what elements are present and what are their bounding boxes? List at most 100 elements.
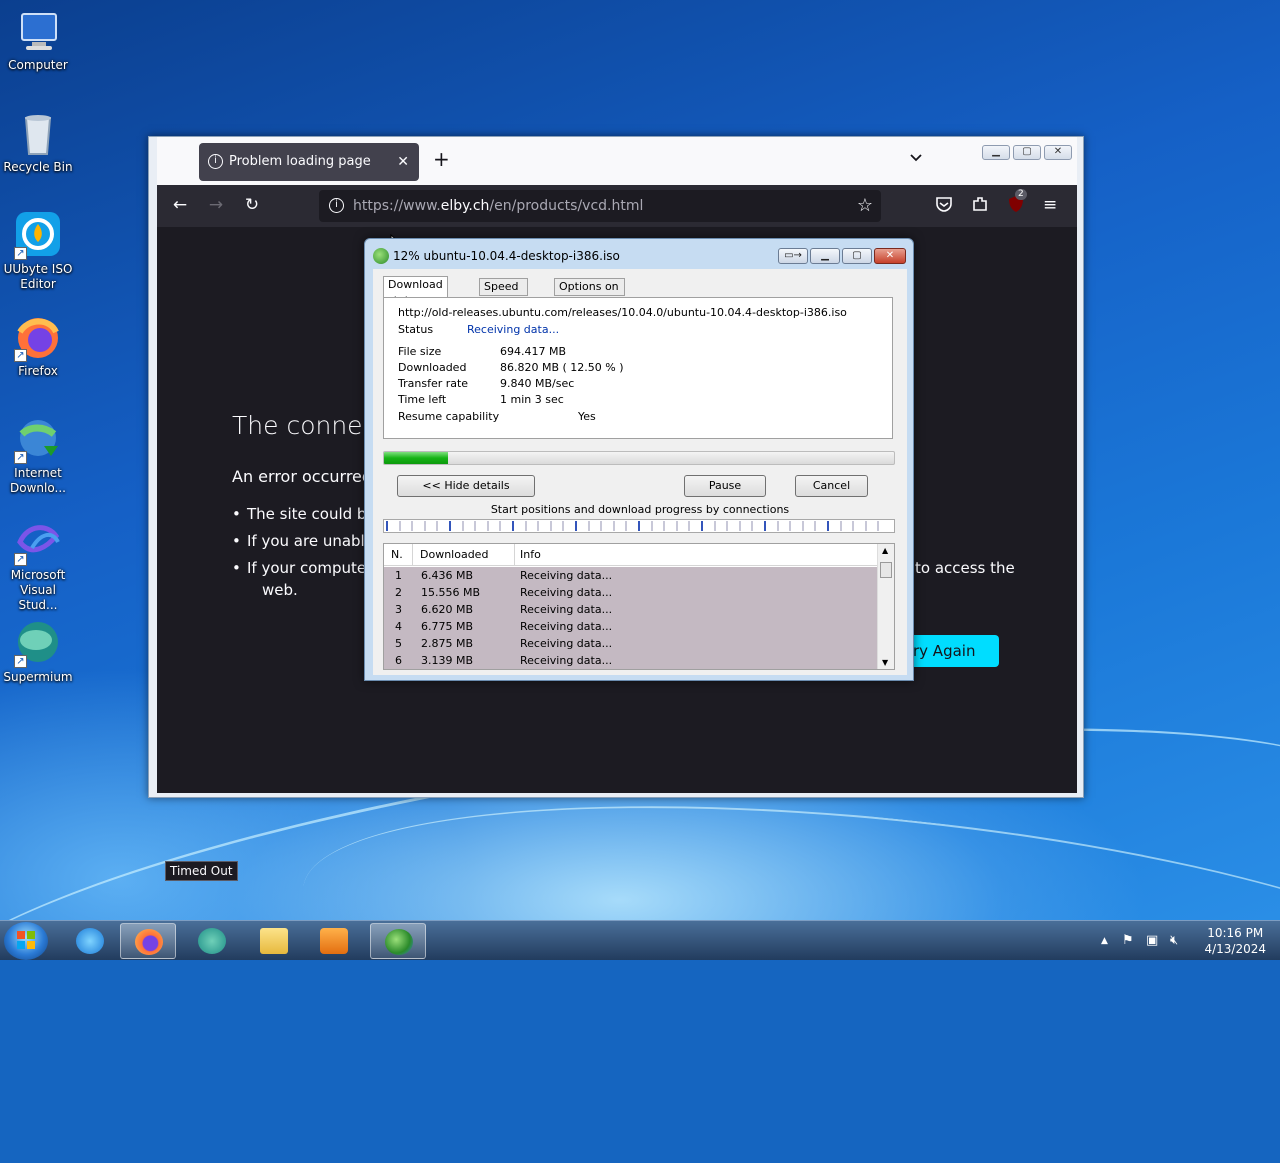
desktop-icon-firefox[interactable]: ↗ Firefox (0, 314, 76, 379)
error-bullet-line2: web. (262, 581, 298, 599)
error-bullet: If you are unabl (232, 532, 365, 550)
browser-tab[interactable]: i Problem loading page ✕ (199, 143, 419, 181)
close-icon[interactable]: ✕ (874, 248, 906, 264)
list-scrollbar[interactable]: ▲ ▼ (877, 544, 894, 669)
connection-tick (663, 521, 666, 531)
tab-download-status[interactable]: Download status (383, 276, 448, 307)
row-downloaded: 6.620 MB (421, 603, 474, 616)
desktop-icon-uubyte[interactable]: ↗ UUbyte ISO Editor (0, 212, 76, 292)
pause-button[interactable]: Pause (684, 475, 766, 497)
internet-explorer-icon (76, 928, 104, 954)
list-header: N. Downloaded Info (384, 544, 878, 566)
site-info-icon[interactable]: i (329, 198, 344, 213)
maximize-icon[interactable]: ▢ (1013, 145, 1041, 160)
list-all-tabs-icon[interactable] (909, 151, 923, 165)
taskbar-firefox[interactable] (120, 923, 176, 959)
resume-capability-row: Resume capability Yes (398, 410, 596, 423)
scroll-down-icon[interactable]: ▼ (882, 658, 888, 667)
uubyte-iso-editor-icon: ↗ (14, 212, 62, 260)
status-row: Status Receiving data... (398, 323, 559, 336)
close-tab-icon[interactable]: ✕ (397, 143, 409, 181)
connection-tick (499, 521, 502, 531)
connection-tick (587, 521, 590, 531)
desktop-icon-computer[interactable]: Computer (0, 8, 76, 73)
desktop-icon-label: Supermium (3, 670, 73, 684)
table-row[interactable]: 4 6.775 MB Receiving data... (384, 618, 878, 635)
taskbar-supermium[interactable] (184, 923, 240, 959)
table-row[interactable]: 6 3.139 MB Receiving data... (384, 652, 878, 669)
clock-date: 4/13/2024 (1204, 942, 1266, 956)
url-path: /en/products/vcd.html (489, 198, 644, 214)
row-number: 6 (395, 654, 402, 667)
extensions-icon[interactable] (971, 195, 989, 217)
table-row[interactable]: 2 15.556 MB Receiving data... (384, 584, 878, 601)
connections-list[interactable]: N. Downloaded Info 1 6.436 MB Receiving … (383, 543, 895, 670)
taskbar-idm[interactable] (370, 923, 426, 959)
connection-tick (877, 521, 880, 531)
desktop-icon-supermium[interactable]: ↗ Supermium (0, 620, 76, 685)
forward-icon[interactable]: → (205, 195, 227, 215)
hide-details-button[interactable]: << Hide details (397, 475, 535, 497)
menu-icon[interactable]: ≡ (1043, 195, 1057, 215)
column-header-downloaded[interactable]: Downloaded (420, 548, 488, 561)
transfer-rate-label: Transfer rate (398, 377, 469, 390)
table-row[interactable]: 3 6.620 MB Receiving data... (384, 601, 878, 618)
cancel-button[interactable]: Cancel (795, 475, 868, 497)
taskbar-internet-explorer[interactable] (62, 923, 118, 959)
tab-title: Problem loading page (229, 154, 371, 169)
volume-muted-icon[interactable]: 🔇︎ (1170, 933, 1178, 948)
minimize-icon[interactable]: ▁ (810, 248, 840, 264)
minimize-to-tray-icon[interactable]: ▭→ (778, 248, 808, 264)
taskbar: ▲ ⚑ ▣ 🔇︎ 10:16 PM 4/13/2024 (0, 920, 1280, 960)
desktop-icon-recycle-bin[interactable]: Recycle Bin (0, 110, 76, 175)
status-value: Receiving data... (467, 323, 560, 336)
row-number: 3 (395, 603, 402, 616)
supermium-icon (198, 928, 226, 954)
progress-fill (384, 452, 448, 464)
tab-options-on-completion[interactable]: Options on completion (554, 278, 626, 309)
taskbar-file-explorer[interactable] (246, 923, 302, 959)
scrollbar-thumb[interactable] (880, 562, 892, 578)
pocket-icon[interactable] (935, 195, 953, 217)
connection-tick (638, 521, 640, 531)
row-downloaded: 3.139 MB (421, 654, 474, 667)
try-again-button[interactable]: ry Again (909, 635, 999, 667)
reload-icon[interactable]: ↻ (241, 195, 263, 215)
row-number: 5 (395, 637, 402, 650)
show-hidden-icons[interactable]: ▲ (1101, 936, 1108, 946)
firefox-icon: ↗ (14, 314, 62, 362)
table-row[interactable]: 1 6.436 MB Receiving data... (384, 567, 878, 584)
desktop-icon-idm[interactable]: ↗ Internet Downlo... (0, 416, 76, 496)
visual-studio-icon: ↗ (14, 518, 62, 566)
system-clock[interactable]: 10:16 PM 4/13/2024 (1204, 925, 1266, 957)
taskbar-media-player[interactable] (306, 923, 362, 959)
desktop-icon-label: Firefox (18, 364, 58, 378)
connection-tick (776, 521, 779, 531)
supermium-icon: ↗ (14, 620, 62, 668)
table-row[interactable]: 5 2.875 MB Receiving data... (384, 635, 878, 652)
url-prefix: https://www. (353, 198, 441, 214)
tab-speed-limiter[interactable]: Speed Limiter (479, 278, 528, 309)
bookmark-star-icon[interactable]: ☆ (857, 190, 873, 222)
back-icon[interactable]: ← (169, 195, 191, 215)
column-header-n[interactable]: N. (391, 548, 403, 561)
network-icon[interactable]: ▣ (1146, 933, 1158, 948)
ublock-origin-icon[interactable]: 2 (1007, 189, 1027, 217)
url-bar[interactable]: i https://www.elby.ch/en/products/vcd.ht… (319, 190, 881, 222)
desktop-icon-visual-studio[interactable]: ↗ Microsoft Visual Stud... (0, 518, 76, 613)
internet-download-manager-icon: ↗ (14, 416, 62, 464)
column-header-info[interactable]: Info (520, 548, 541, 561)
scroll-up-icon[interactable]: ▲ (882, 546, 888, 555)
connection-tick (436, 521, 439, 531)
connection-tick (852, 521, 855, 531)
connection-tick (827, 521, 829, 531)
start-button[interactable] (4, 922, 48, 960)
minimize-icon[interactable]: ▁ (982, 145, 1010, 160)
row-downloaded: 15.556 MB (421, 586, 481, 599)
maximize-icon[interactable]: ▢ (842, 248, 872, 264)
download-url: http://old-releases.ubuntu.com/releases/… (398, 306, 847, 319)
action-center-flag-icon[interactable]: ⚑ (1122, 933, 1134, 948)
close-icon[interactable]: ✕ (1044, 145, 1072, 160)
new-tab-button[interactable]: + (433, 147, 450, 171)
desktop-icon-label: Microsoft Visual Stud... (10, 568, 66, 612)
